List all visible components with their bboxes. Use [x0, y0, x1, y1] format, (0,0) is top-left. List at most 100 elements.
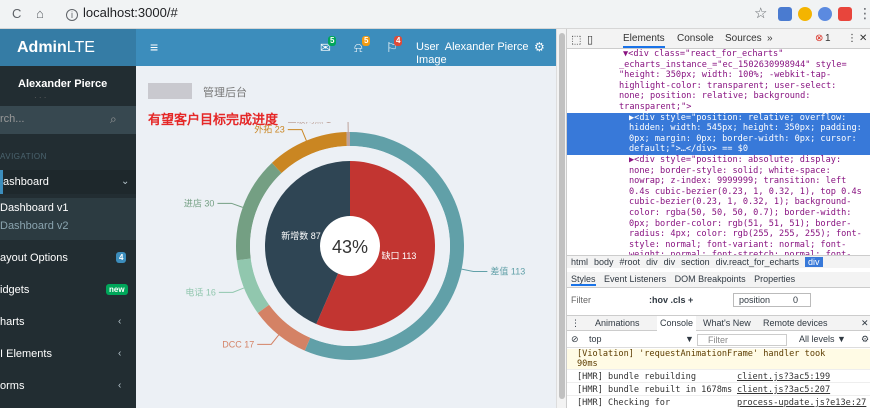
tab-styles[interactable]: Styles — [571, 274, 596, 286]
log-source-link[interactable]: process-update.js?e13e:27 — [737, 398, 866, 408]
leader-line — [347, 122, 349, 133]
breadcrumb-item[interactable]: div — [664, 257, 676, 267]
breadcrumb-item[interactable]: #root — [620, 257, 641, 267]
submenu-item-dashboard-v1[interactable]: Dashboard v1 — [0, 202, 69, 214]
log-source-link[interactable]: client.js?3ac5:199 — [737, 372, 830, 382]
devtools-tabbar: ⬚ ▯ Elements Console Sources » ⊗ 1 ⋮ ✕ — [567, 29, 870, 49]
tab-dom-breakpoints[interactable]: DOM Breakpoints — [675, 274, 746, 284]
console-log-entry: [HMR] bundle rebuilding client.js?3ac5:19… — [567, 372, 870, 383]
inner-label: 缺口 113 — [382, 250, 417, 261]
dom-node-line[interactable]: _echarts_instance_="ec_1502630998944" st… — [567, 60, 870, 71]
tab-sources[interactable]: Sources — [725, 33, 762, 44]
sidebar-item-ui-elements[interactable]: I Elements ‹ — [0, 342, 136, 366]
tab-elements[interactable]: Elements — [623, 33, 665, 48]
page-scrollbar[interactable] — [556, 29, 566, 408]
breadcrumb-item[interactable]: div — [805, 257, 823, 267]
app-logo[interactable]: AdminLTE — [0, 29, 136, 66]
scrollbar-thumb[interactable] — [559, 33, 565, 399]
bookmark-star-icon[interactable]: ☆ — [754, 4, 767, 22]
close-drawer-icon[interactable]: ✕ — [861, 316, 869, 331]
dom-node-line[interactable]: ▶<div style="position: absolute; display… — [567, 155, 870, 166]
outer-label: 电话 16 — [185, 286, 216, 297]
sidebar-item-dashboard[interactable]: ashboard ⌄ — [0, 170, 136, 194]
dom-node-line[interactable]: radius: 4px; color: rgb(255, 255, 255); … — [567, 229, 870, 240]
position-value: 0 — [793, 295, 799, 305]
elements-tree[interactable]: ▼<div class="react_for_echarts" _echarts_… — [567, 49, 870, 283]
sidebar-item-widgets[interactable]: idgets new — [0, 278, 136, 302]
dom-node-line[interactable]: default;">…</div> == $0 — [567, 144, 870, 155]
hov-cls-toggle[interactable]: :hov .cls + — [649, 295, 693, 305]
console-filter-input[interactable]: Filter — [697, 334, 787, 346]
tasks-badge: 4 — [394, 36, 403, 46]
dom-node-line[interactable]: none; border-style: solid; white-space: — [567, 166, 870, 177]
dom-node-line[interactable]: 0.4s cubic-bezier(0.23, 1, 0.32, 1), top… — [567, 187, 870, 198]
clear-console-icon[interactable]: ⊘ — [571, 332, 579, 347]
tab-event-listeners[interactable]: Event Listeners — [604, 274, 666, 284]
dom-node-line[interactable]: "height: 350px; width: 100%; -webkit-tap… — [567, 70, 870, 81]
dom-node-line[interactable]: 0px; border-color: rgb(51, 51, 51); bord… — [567, 219, 870, 230]
dom-node-line[interactable]: ▶<div style="position: relative; overflo… — [567, 112, 870, 124]
search-icon[interactable]: ⌕ — [110, 112, 117, 127]
dom-node-line[interactable]: 0px; margin: 0px; border-width: 0px; cur… — [567, 133, 870, 145]
dom-node-line[interactable]: style: normal; font-variant: normal; fon… — [567, 240, 870, 251]
sidebar-item-charts[interactable]: harts ‹ — [0, 310, 136, 334]
sidebar-item-forms[interactable]: orms ‹ — [0, 374, 136, 398]
extension-icon[interactable] — [838, 7, 852, 21]
dom-node-line[interactable]: ▼<div class="react_for_echarts" — [567, 49, 870, 60]
breadcrumb-item[interactable]: section — [681, 257, 710, 267]
inspect-icon[interactable]: ⬚ — [571, 33, 581, 46]
tab-console[interactable]: Console — [677, 33, 714, 44]
home-icon[interactable]: ⌂ — [36, 6, 44, 21]
browser-menu-icon[interactable]: ⋮ — [858, 5, 870, 22]
tab-remote-devices[interactable]: Remote devices — [763, 316, 828, 331]
more-tabs-icon[interactable]: » — [767, 33, 773, 44]
breadcrumb-item[interactable]: body — [594, 257, 614, 267]
tab-console-drawer[interactable]: Console — [657, 316, 697, 331]
close-icon[interactable]: ✕ — [859, 33, 867, 44]
reload-icon[interactable]: C — [12, 6, 21, 21]
breadcrumb-item[interactable]: html — [571, 257, 588, 267]
drawer-tabs: ⋮ Animations Console What's New Remote d… — [567, 315, 870, 331]
devtools-menu-icon[interactable]: ⋮ — [847, 33, 857, 44]
device-toolbar-icon[interactable]: ▯ — [587, 33, 593, 46]
outer-slice-二级网点[interactable] — [346, 132, 350, 147]
styles-filter-input[interactable]: Filter — [571, 295, 591, 305]
submenu-item-dashboard-v2[interactable]: Dashboard v2 — [0, 220, 69, 232]
dom-node-line[interactable]: transparent;"> — [567, 102, 870, 113]
blurred-logo — [148, 83, 192, 99]
dom-node-line[interactable]: none; position: relative; background: — [567, 91, 870, 102]
dom-node-line[interactable]: color: rgba(50, 50, 50, 0.7); border-wid… — [567, 208, 870, 219]
gear-icon[interactable]: ⚙ — [534, 40, 545, 54]
dom-node-line[interactable]: nowrap; z-index: 9999999; transition: le… — [567, 176, 870, 187]
info-icon[interactable]: i — [66, 9, 78, 21]
sidebar-item-layout-options[interactable]: ayout Options 4 — [0, 246, 136, 270]
log-source-link[interactable]: client.js?3ac5:207 — [737, 385, 830, 395]
dom-node-line[interactable]: cubic-bezier(0.23, 1, 0.32, 1); backgrou… — [567, 197, 870, 208]
dom-node-line[interactable]: hidden; width: 545px; height: 350px; pad… — [567, 123, 870, 134]
drawer-menu-icon[interactable]: ⋮ — [571, 316, 580, 331]
context-dropdown-icon[interactable]: ▼ — [685, 332, 694, 347]
dom-node-line[interactable]: highlight-color: transparent; user-selec… — [567, 81, 870, 92]
extension-icon[interactable] — [778, 7, 792, 21]
console-settings-icon[interactable]: ⚙ — [861, 332, 869, 347]
extension-icon[interactable] — [818, 7, 832, 21]
log-levels-select[interactable]: All levels ▼ — [799, 332, 846, 347]
sidebar-toggle-icon[interactable]: ≡ — [150, 39, 158, 55]
sidebar-search[interactable]: rch... ⌕ — [0, 106, 136, 134]
tab-animations[interactable]: Animations — [595, 316, 640, 331]
address-bar[interactable]: i localhost:3000/# — [66, 5, 178, 21]
tab-whats-new[interactable]: What's New — [703, 316, 751, 331]
breadcrumb-item[interactable]: div — [646, 257, 658, 267]
sidebar-item-label: ashboard — [3, 176, 49, 188]
tab-properties[interactable]: Properties — [754, 274, 795, 284]
context-select[interactable]: top — [589, 332, 602, 347]
leader-line — [217, 202, 243, 208]
outer-label: DCC 17 — [222, 339, 254, 349]
breadcrumb-item[interactable]: div.react_for_echarts — [716, 257, 799, 267]
devtools-panel: ⬚ ▯ Elements Console Sources » ⊗ 1 ⋮ ✕ ▼… — [566, 29, 870, 408]
search-input[interactable]: rch... — [0, 113, 24, 125]
error-icon[interactable]: ⊗ — [815, 33, 823, 44]
extension-icon[interactable] — [798, 7, 812, 21]
progress-pie-chart[interactable]: 43% 缺口 113 新增数 87 差值 113 DCC 17 电话 16 进店 30 外拓 … — [136, 122, 556, 408]
user-menu[interactable]: User Alexander Pierce Image — [416, 41, 529, 67]
